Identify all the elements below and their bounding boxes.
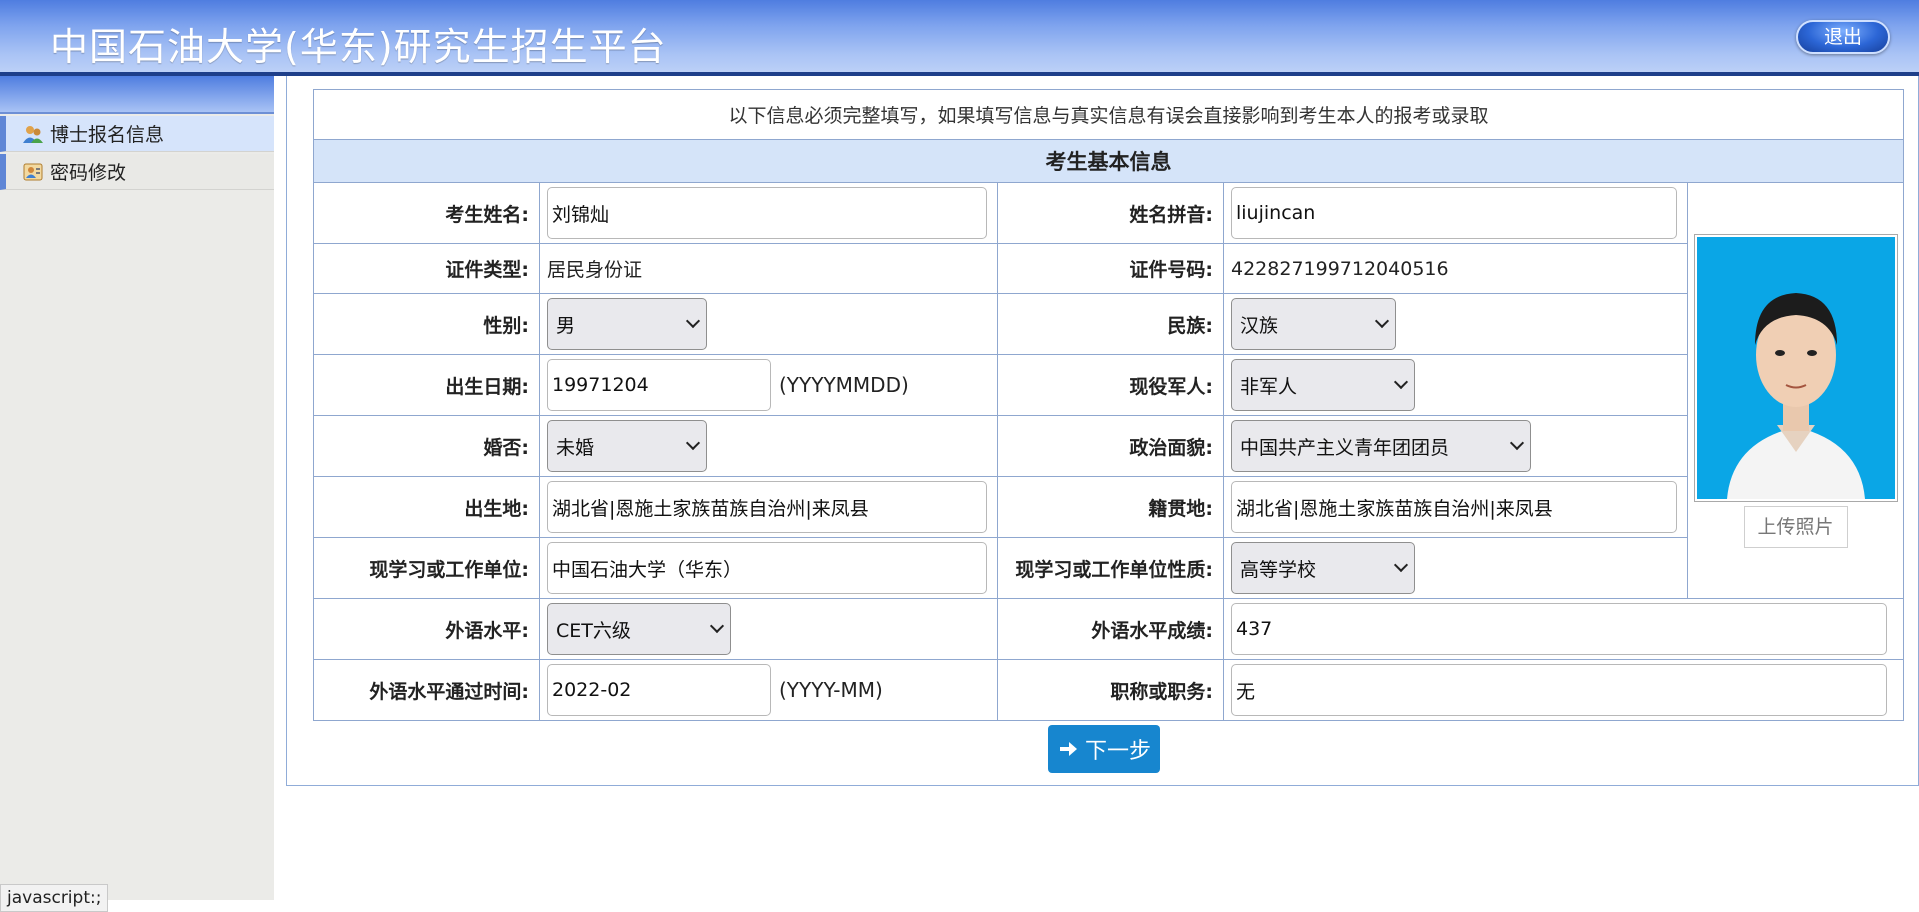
app-title: 中国石油大学(华东)研究生招生平台 [50,25,667,69]
foreign-level-selected: CET六级 [556,619,631,642]
applicant-photo [1693,233,1898,502]
chevron-down-icon [709,618,725,634]
pinyin-label: 姓名拼音: [997,182,1224,244]
gender-label: 性别: [313,293,540,355]
gender-selected: 男 [556,314,576,337]
id-number-label: 证件号码: [997,243,1224,294]
ethnicity-select[interactable]: 汉族 [1231,298,1396,350]
sidebar-header [0,76,274,114]
user-group-icon [22,123,44,145]
foreign-pass-time-input[interactable]: 2022-02 [547,664,771,716]
arrow-right-icon [1059,742,1077,756]
work-unit-type-selected: 高等学校 [1240,558,1317,581]
marital-select[interactable]: 未婚 [547,420,707,472]
foreign-level-label: 外语水平: [313,598,540,660]
birth-date-input[interactable]: 19971204 [547,359,771,411]
sidebar-item-password-change[interactable]: 密码修改 [0,154,274,190]
browser-status-bar: javascript:; [0,884,109,912]
chevron-down-icon [1393,557,1409,573]
foreign-level-select[interactable]: CET六级 [547,603,731,655]
section-title: 考生基本信息 [313,139,1904,183]
work-unit-type-label: 现学习或工作单位性质: [997,537,1224,599]
sidebar-item-doctoral-application[interactable]: 博士报名信息 [0,116,274,152]
portrait-image [1696,236,1895,499]
work-unit-input[interactable]: 中国石油大学（华东） [547,542,987,594]
birth-date-label: 出生日期: [313,354,540,416]
marital-label: 婚否: [313,415,540,477]
title-input[interactable]: 无 [1231,664,1887,716]
ethnicity-selected: 汉族 [1240,314,1279,337]
applicant-info-form: 以下信息必须完整填写，如果填写信息与真实信息有误会直接影响到考生本人的报考或录取… [313,89,1904,721]
political-selected: 中国共产主义青年团团员 [1240,436,1450,459]
birthplace-label: 出生地: [313,476,540,538]
chevron-down-icon [685,435,701,451]
native-place-input[interactable]: 湖北省|恩施土家族苗族自治州|来凤县 [1231,481,1677,533]
upload-photo-button[interactable]: 上传照片 [1743,505,1848,548]
chevron-down-icon [1374,313,1390,329]
top-header: 中国石油大学(华东)研究生招生平台 退出 [0,0,1919,76]
next-step-label: 下一步 [1084,739,1151,764]
military-selected: 非军人 [1240,375,1298,398]
id-number-value: 422827199712040516 [1231,257,1449,280]
military-select[interactable]: 非军人 [1231,359,1415,411]
sidebar-item-label: 密码修改 [50,162,127,184]
user-card-icon [22,161,44,183]
ethnicity-label: 民族: [997,293,1224,355]
sidebar: 博士报名信息 密码修改 [0,76,274,900]
sidebar-item-label: 博士报名信息 [50,124,165,146]
pinyin-input[interactable]: liujincan [1231,187,1677,239]
marital-selected: 未婚 [556,436,595,459]
birthplace-input[interactable]: 湖北省|恩施土家族苗族自治州|来凤县 [547,481,987,533]
title-label: 职称或职务: [997,659,1224,721]
chevron-down-icon [1509,435,1525,451]
birth-date-format-hint: (YYYYMMDD) [779,373,909,397]
photo-panel: 上传照片 [1687,182,1904,599]
native-place-label: 籍贯地: [997,476,1224,538]
id-type-value: 居民身份证 [547,259,643,281]
political-select[interactable]: 中国共产主义青年团团员 [1231,420,1531,472]
foreign-pass-time-format-hint: (YYYY-MM) [779,678,883,702]
name-input[interactable]: 刘锦灿 [547,187,987,239]
chevron-down-icon [1393,374,1409,390]
name-label: 考生姓名: [313,182,540,244]
form-notice: 以下信息必须完整填写，如果填写信息与真实信息有误会直接影响到考生本人的报考或录取 [313,89,1904,140]
gender-select[interactable]: 男 [547,298,707,350]
foreign-score-input[interactable]: 437 [1231,603,1887,655]
political-label: 政治面貌: [997,415,1224,477]
foreign-score-label: 外语水平成绩: [997,598,1224,660]
id-type-label: 证件类型: [313,243,540,294]
logout-button[interactable]: 退出 [1796,20,1890,54]
chevron-down-icon [685,313,701,329]
work-unit-label: 现学习或工作单位: [313,537,540,599]
next-step-button[interactable]: 下一步 [1048,725,1160,773]
foreign-pass-time-label: 外语水平通过时间: [313,659,540,721]
work-unit-type-select[interactable]: 高等学校 [1231,542,1415,594]
military-label: 现役军人: [997,354,1224,416]
